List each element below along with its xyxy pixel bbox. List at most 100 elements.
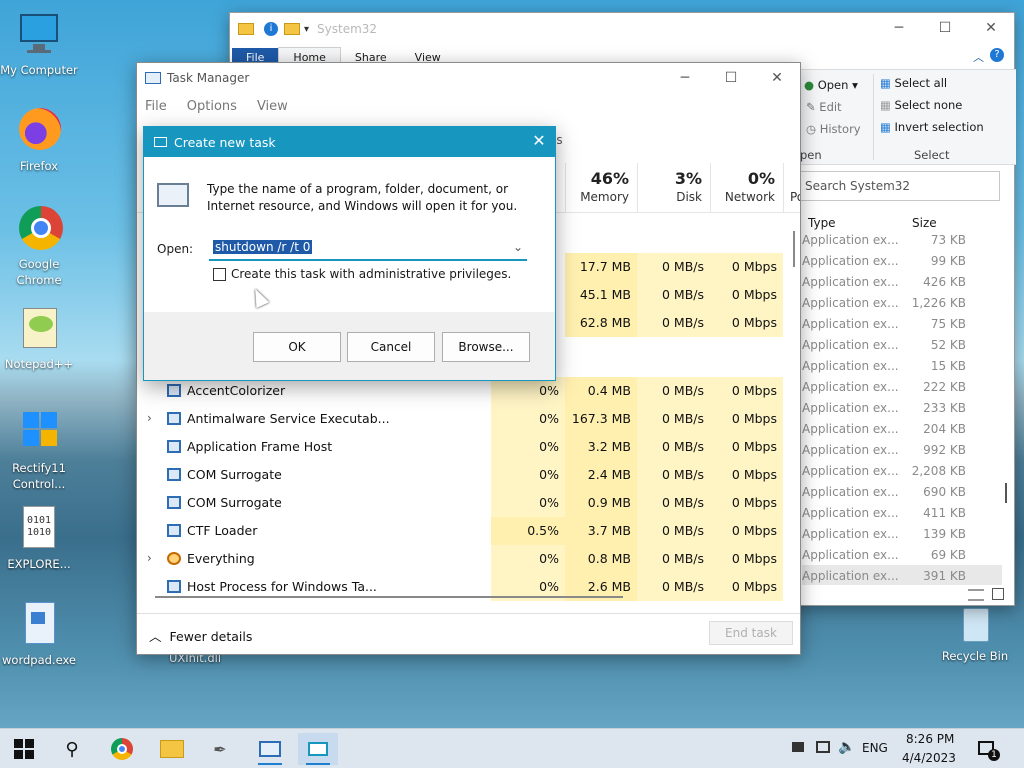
clock-time[interactable]: 8:26 PM <box>906 732 954 746</box>
help-icon[interactable]: ? <box>990 48 1004 62</box>
cell-mem: 3.7 MB <box>565 517 637 545</box>
table-row[interactable]: AccentColorizer 0% 0.4 MB 0 MB/s 0 Mbps <box>137 377 789 405</box>
list-item[interactable]: Application ex... 391 KB <box>802 565 1002 585</box>
fewer-details-button[interactable]: ︿ Fewer details <box>149 626 252 645</box>
column-header-size[interactable]: Size <box>912 216 937 230</box>
chevron-down-icon[interactable]: ▾ <box>304 24 309 35</box>
maximize-button[interactable]: ☐ <box>708 63 754 93</box>
create-new-task-dialog: Create new task ✕ Type the name of a pro… <box>143 126 556 381</box>
disk-percent: 3% <box>674 169 702 188</box>
ribbon-open-button[interactable]: ● Open ▾ <box>804 78 858 92</box>
chevron-right-icon[interactable]: › <box>147 411 152 425</box>
chevron-down-icon[interactable]: ⌄ <box>513 240 523 254</box>
volume-icon[interactable]: 🔈 <box>838 739 855 755</box>
list-item[interactable]: Application ex... 75 KB <box>802 313 1002 334</box>
table-row[interactable]: › Antimalware Service Executab... 0% 167.3 … <box>137 405 789 433</box>
desktop-icon-rectify11[interactable]: Rectify11 Control... <box>0 408 78 492</box>
open-label: Open: <box>157 242 194 256</box>
menu-view[interactable]: View <box>257 99 288 114</box>
large-icons-view-icon[interactable] <box>992 588 1004 600</box>
details-view-icon[interactable] <box>968 589 984 601</box>
select-all-label: Select all <box>894 76 948 90</box>
list-item[interactable]: Application ex... 2,208 KB <box>802 460 1002 481</box>
table-row[interactable]: COM Surrogate 0% 0.9 MB 0 MB/s 0 Mbps <box>137 489 789 517</box>
column-header-memory[interactable]: 46% Memory <box>565 163 637 213</box>
properties-icon[interactable]: i <box>264 22 278 36</box>
desktop-icon-notepadpp[interactable]: Notepad++ <box>0 304 78 372</box>
column-header-power[interactable]: Po <box>783 163 800 213</box>
network-icon[interactable] <box>792 742 804 752</box>
file-size: 233 KB <box>923 400 966 415</box>
cell-disk: 0 MB/s <box>637 433 710 461</box>
list-item[interactable]: Application ex... 411 KB <box>802 502 1002 523</box>
close-button[interactable]: ✕ <box>754 63 800 93</box>
end-task-button[interactable]: End task <box>709 621 793 645</box>
maximize-button[interactable]: ☐ <box>922 13 968 43</box>
minimize-button[interactable]: ─ <box>876 13 922 43</box>
taskbar-chrome[interactable] <box>102 733 142 765</box>
vertical-scrollbar[interactable] <box>1005 483 1007 503</box>
desktop-icon-wordpad[interactable]: wordpad.exe <box>0 600 78 668</box>
admin-privileges-checkbox[interactable]: Create this task with administrative pri… <box>213 267 511 281</box>
taskbar-app[interactable]: ✒ <box>200 733 240 765</box>
menu-options[interactable]: Options <box>187 99 237 114</box>
chevron-right-icon[interactable]: › <box>147 551 152 565</box>
column-header-disk[interactable]: 3% Disk <box>637 163 710 213</box>
desktop-icon-recycle-bin[interactable]: Recycle Bin <box>936 604 1014 664</box>
open-label: Open <box>817 78 849 92</box>
taskbar-run-dialog[interactable] <box>298 733 338 765</box>
list-item[interactable]: Application ex... 99 KB <box>802 250 1002 271</box>
select-none-button[interactable]: ▦ Select none <box>880 98 962 112</box>
clock-date[interactable]: 4/4/2023 <box>902 751 956 765</box>
language-indicator[interactable]: ENG <box>862 741 888 755</box>
desktop-icon-explore[interactable]: 0101 1010 EXPLORE... <box>0 504 78 572</box>
search-button[interactable]: ⚲ <box>52 733 92 765</box>
ribbon-edit-button[interactable]: ✎ Edit <box>806 100 842 114</box>
new-folder-icon[interactable] <box>284 23 300 35</box>
list-item[interactable]: Application ex... 992 KB <box>802 439 1002 460</box>
close-button[interactable]: ✕ <box>529 131 549 150</box>
desktop-icon-firefox[interactable]: Firefox <box>0 106 78 174</box>
list-item[interactable]: Application ex... 233 KB <box>802 397 1002 418</box>
table-row[interactable]: CTF Loader 0.5% 3.7 MB 0 MB/s 0 Mbps <box>137 517 789 545</box>
table-row[interactable]: Application Frame Host 0% 3.2 MB 0 MB/s 0 Mb… <box>137 433 789 461</box>
horizontal-scrollbar[interactable] <box>155 596 623 598</box>
table-row[interactable]: › Everything 0% 0.8 MB 0 MB/s 0 Mbps <box>137 545 789 573</box>
list-item[interactable]: Application ex... 15 KB <box>802 355 1002 376</box>
close-button[interactable]: ✕ <box>968 13 1014 43</box>
list-item[interactable]: Application ex... 69 KB <box>802 544 1002 565</box>
browse-button[interactable]: Browse... <box>442 332 530 362</box>
list-item[interactable]: Application ex... 52 KB <box>802 334 1002 355</box>
checkbox-box[interactable] <box>213 267 226 281</box>
ribbon-history-button[interactable]: ◷ History <box>806 122 861 136</box>
list-item[interactable]: Application ex... 204 KB <box>802 418 1002 439</box>
open-combobox[interactable]: shutdown /r /t 0 ⌄ <box>209 237 527 261</box>
column-header-network[interactable]: 0% Network <box>710 163 783 213</box>
menu-file[interactable]: File <box>145 99 167 114</box>
desktop-icon-chrome[interactable]: Google Chrome <box>0 204 78 288</box>
start-button[interactable] <box>4 733 44 765</box>
taskbar-file-explorer[interactable] <box>152 733 192 765</box>
invert-selection-button[interactable]: ▦ Invert selection <box>880 120 984 134</box>
desktop-icon-my-computer[interactable]: My Computer <box>0 10 78 78</box>
taskbar-task-manager[interactable] <box>250 733 290 765</box>
monitor-tray-icon[interactable] <box>816 741 830 753</box>
search-input[interactable]: Search System32 <box>800 171 1000 201</box>
file-type: Application ex... <box>802 337 899 352</box>
cancel-button[interactable]: Cancel <box>347 332 435 362</box>
list-item[interactable]: Application ex... 1,226 KB <box>802 292 1002 313</box>
table-row[interactable]: COM Surrogate 0% 2.4 MB 0 MB/s 0 Mbps <box>137 461 789 489</box>
vertical-scrollbar[interactable] <box>793 231 795 267</box>
list-item[interactable]: Application ex... 690 KB <box>802 481 1002 502</box>
list-item[interactable]: Application ex... 139 KB <box>802 523 1002 544</box>
minimize-button[interactable]: ─ <box>662 63 708 93</box>
file-size: 426 KB <box>923 274 966 289</box>
list-item[interactable]: Application ex... 222 KB <box>802 376 1002 397</box>
open-input-value[interactable]: shutdown /r /t 0 <box>213 240 313 254</box>
list-item[interactable]: Application ex... 73 KB <box>802 229 1002 250</box>
ok-button[interactable]: OK <box>253 332 341 362</box>
select-all-button[interactable]: ▦ Select all <box>880 76 947 90</box>
list-item[interactable]: Application ex... 426 KB <box>802 271 1002 292</box>
column-header-type[interactable]: Type <box>808 216 836 230</box>
chevron-up-icon[interactable]: ︿ <box>973 49 984 65</box>
